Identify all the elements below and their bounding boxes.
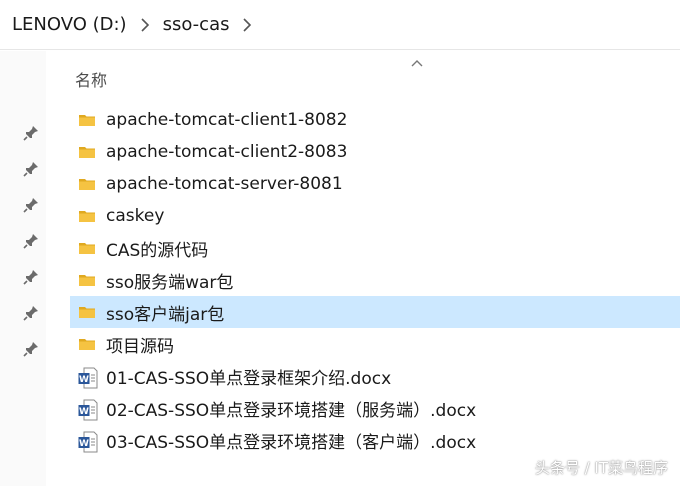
pin-icon[interactable]	[22, 304, 40, 322]
breadcrumb-drive[interactable]: LENOVO (D:)	[8, 14, 131, 35]
file-row[interactable]: W 02-CAS-SSO单点登录环境搭建（服务端）.docx	[70, 392, 680, 424]
pin-icon[interactable]	[22, 124, 40, 142]
folder-icon	[78, 335, 96, 353]
pin-icon[interactable]	[22, 268, 40, 286]
address-bar[interactable]: LENOVO (D:) sso-cas	[0, 0, 680, 50]
file-list: apache-tomcat-client1-8082 apache-tomcat-…	[70, 104, 680, 456]
folder-icon	[78, 303, 96, 321]
chevron-right-icon[interactable]	[137, 17, 153, 33]
file-name: 项目源码	[106, 336, 174, 357]
file-name: apache-tomcat-server-8081	[106, 174, 343, 194]
file-name: 01-CAS-SSO单点登录框架介绍.docx	[106, 368, 392, 389]
folder-row[interactable]: sso客户端jar包	[70, 296, 680, 328]
file-row[interactable]: W 01-CAS-SSO单点登录框架介绍.docx	[70, 360, 680, 392]
folder-row[interactable]: apache-tomcat-client1-8082	[70, 104, 680, 136]
folder-icon	[78, 143, 96, 161]
file-name: apache-tomcat-client2-8083	[106, 142, 348, 162]
pin-icon[interactable]	[22, 232, 40, 250]
word-document-icon: W	[78, 367, 98, 389]
file-name: sso服务端war包	[106, 272, 234, 293]
svg-text:W: W	[79, 439, 89, 449]
navigation-pane	[0, 51, 46, 486]
folder-icon	[78, 175, 96, 193]
sort-ascending-icon	[410, 53, 424, 67]
file-name: sso客户端jar包	[106, 304, 225, 325]
file-name: caskey	[106, 206, 165, 226]
column-name-header[interactable]: 名称	[75, 67, 107, 91]
watermark: 头条号 / IT菜鸟程序	[534, 459, 668, 477]
file-name: 02-CAS-SSO单点登录环境搭建（服务端）.docx	[106, 400, 477, 421]
file-name: apache-tomcat-client1-8082	[106, 110, 348, 130]
breadcrumb-folder[interactable]: sso-cas	[159, 14, 234, 35]
folder-row[interactable]: apache-tomcat-server-8081	[70, 168, 680, 200]
file-row[interactable]: W 03-CAS-SSO单点登录环境搭建（客户端）.docx	[70, 424, 680, 456]
folder-icon	[78, 239, 96, 257]
file-name: CAS的源代码	[106, 240, 209, 261]
folder-row[interactable]: apache-tomcat-client2-8083	[70, 136, 680, 168]
column-header[interactable]: 名称	[46, 51, 680, 95]
folder-row[interactable]: CAS的源代码	[70, 232, 680, 264]
word-document-icon: W	[78, 431, 98, 453]
file-name: 03-CAS-SSO单点登录环境搭建（客户端）.docx	[106, 432, 477, 453]
folder-icon	[78, 271, 96, 289]
word-document-icon: W	[78, 399, 98, 421]
folder-row[interactable]: sso服务端war包	[70, 264, 680, 296]
pin-icon[interactable]	[22, 160, 40, 178]
chevron-right-icon[interactable]	[239, 17, 255, 33]
folder-row[interactable]: caskey	[70, 200, 680, 232]
svg-text:W: W	[79, 375, 89, 385]
svg-text:W: W	[79, 407, 89, 417]
folder-icon	[78, 207, 96, 225]
folder-icon	[78, 111, 96, 129]
pin-icon[interactable]	[22, 340, 40, 358]
pin-icon[interactable]	[22, 196, 40, 214]
folder-row[interactable]: 项目源码	[70, 328, 680, 360]
